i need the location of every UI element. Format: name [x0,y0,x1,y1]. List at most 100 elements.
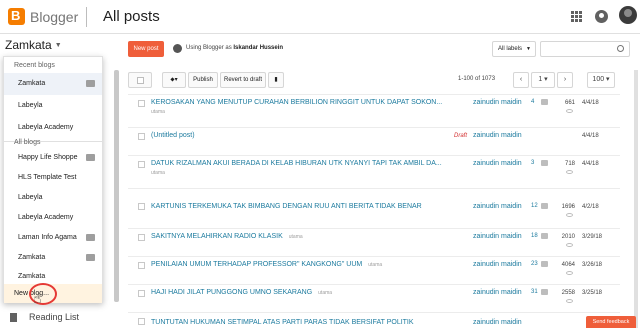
sidebar-scrollbar[interactable] [114,70,119,302]
table-row[interactable]: KARTUNIS TERKEMUKA TAK BIMBANG DENGAN RU… [128,188,620,228]
labels-filter-select[interactable]: All labels ▼ [492,41,536,57]
comment-icon [86,80,95,87]
dropdown-item-blog[interactable]: Labeyla Academy [4,207,102,229]
post-author[interactable]: zainudin maidin [473,261,522,268]
post-author[interactable]: zainudin maidin [473,289,522,296]
apps-grid-icon[interactable] [571,11,582,22]
post-comments[interactable]: 4 [531,99,534,105]
eye-icon [566,170,573,174]
comment-icon [541,99,548,105]
eye-icon [566,299,573,303]
row-checkbox[interactable] [138,262,145,269]
post-title[interactable]: KEROSAKAN YANG MENUTUP CURAHAN BERBILION… [151,99,442,106]
post-date: 4/2/18 [582,204,599,210]
row-checkbox[interactable] [138,203,145,210]
search-icon [617,45,624,52]
chevron-left-icon: ‹ [519,76,523,83]
pagination-range: 1-100 of 1073 [458,76,496,82]
account-circle-icon[interactable] [595,10,608,23]
post-comments[interactable]: 23 [531,261,538,267]
send-feedback-button[interactable]: Send feedback [586,316,636,328]
comment-icon [541,160,548,166]
post-comments[interactable]: 18 [531,233,538,239]
post-date: 4/4/18 [582,100,599,106]
row-checkbox[interactable] [138,161,145,168]
post-label[interactable]: utama [151,109,165,115]
per-page-select[interactable]: 100 ▾ [587,72,615,88]
post-title[interactable]: PENILAIAN UMUM TERHADAP PROFESSOR" KANGK… [151,261,382,268]
search-input[interactable] [540,41,630,57]
sidebar-item-reading-list[interactable]: Reading List [10,312,79,323]
dropdown-item-recent[interactable]: Zamkata [4,73,102,95]
select-all-checkbox[interactable] [128,72,152,88]
post-author[interactable]: zainudin maidin [473,319,522,326]
comment-icon [86,254,95,261]
chevron-down-icon: ▼ [526,46,531,52]
revert-to-draft-button[interactable]: Revert to draft [220,72,266,88]
blog-selector[interactable]: Zamkata ▼ [5,38,62,52]
post-title[interactable]: HAJI HADI JILAT PUNGGONG UMNO SEKARANG ut… [151,289,332,296]
publish-button[interactable]: Publish [188,72,218,88]
page-title: All posts [103,8,160,25]
post-label[interactable]: utama [151,170,165,176]
using-blogger-as: Using Blogger as Iskandar Hussein [186,45,284,51]
post-title[interactable]: DATUK RIZALMAN AKUI BERADA DI KELAB HIBU… [151,160,442,167]
table-row[interactable]: KEROSAKAN YANG MENUTUP CURAHAN BERBILION… [128,94,620,127]
dropdown-item-recent[interactable]: Labeyla [4,95,102,117]
page-select[interactable]: 1 ▾ [531,72,555,88]
post-label[interactable]: utama [289,234,303,240]
main-scrollbar[interactable] [634,70,638,328]
eye-icon [566,243,573,247]
comment-icon [86,234,95,241]
table-row[interactable]: (Untitled post) Draft zainudin maidin 4/… [128,127,620,155]
brand-name[interactable]: Blogger [30,9,78,25]
post-label[interactable]: utama [368,262,382,268]
blogger-logo-icon[interactable] [8,8,25,25]
post-title[interactable]: KARTUNIS TERKEMUKA TAK BIMBANG DENGAN RU… [151,203,422,210]
next-page-button[interactable]: › [557,72,573,88]
post-label[interactable]: utama [318,290,332,296]
label-tag-icon: ⬥▾ [170,77,178,83]
dropdown-item-blog[interactable]: Labeyla [4,187,102,209]
table-row[interactable]: SAKITNYA MELAHIRKAN RADIO KLASIK utama za… [128,228,620,256]
post-author[interactable]: zainudin maidin [473,99,522,106]
blog-dropdown-menu: Recent blogs Zamkata Labeyla Labeyla Aca… [3,56,103,303]
post-author[interactable]: zainudin maidin [473,203,522,210]
post-comments[interactable]: 31 [531,289,538,295]
row-checkbox[interactable] [138,100,145,107]
post-author[interactable]: zainudin maidin [473,233,522,240]
trash-icon: ▮ [274,77,278,83]
user-name: Iskandar Hussein [233,45,284,51]
post-title[interactable]: TUNTUTAN HUKUMAN SETIMPAL ATAS PARTI PAR… [151,319,414,326]
delete-button[interactable]: ▮ [268,72,284,88]
row-checkbox[interactable] [138,234,145,241]
row-checkbox[interactable] [138,318,145,325]
dropdown-item-recent[interactable]: Labeyla Academy [4,117,102,139]
post-comments[interactable]: 12 [531,203,538,209]
new-post-button[interactable]: New post [128,41,164,57]
comment-icon [541,289,548,295]
comment-icon [541,233,548,239]
table-row[interactable]: PENILAIAN UMUM TERHADAP PROFESSOR" KANGK… [128,256,620,284]
avatar[interactable] [619,6,637,24]
label-dropdown-button[interactable]: ⬥▾ [162,72,186,88]
dropdown-item-blog[interactable]: Laman Info Agama [4,227,102,249]
post-comments[interactable]: 3 [531,160,534,166]
comment-icon [86,154,95,161]
recent-blogs-heading: Recent blogs [14,62,55,69]
post-title[interactable]: SAKITNYA MELAHIRKAN RADIO KLASIK utama [151,233,303,240]
header-divider [86,7,87,27]
table-row[interactable]: DATUK RIZALMAN AKUI BERADA DI KELAB HIBU… [128,155,620,188]
prev-page-button[interactable]: ‹ [513,72,529,88]
comment-icon [541,203,548,209]
post-author[interactable]: zainudin maidin [473,160,522,167]
table-row[interactable]: HAJI HADI JILAT PUNGGONG UMNO SEKARANG ut… [128,284,620,312]
table-row[interactable]: TUNTUTAN HUKUMAN SETIMPAL ATAS PARTI PAR… [128,312,620,328]
post-title[interactable]: (Untitled post) [151,132,195,139]
dropdown-item-blog[interactable]: Happy Life Shoppe [4,147,102,169]
dropdown-item-blog[interactable]: HLS Template Test [4,167,102,189]
post-author[interactable]: zainudin maidin [473,132,522,139]
row-checkbox[interactable] [138,133,145,140]
row-checkbox[interactable] [138,290,145,297]
post-date: 4/4/18 [582,133,599,139]
